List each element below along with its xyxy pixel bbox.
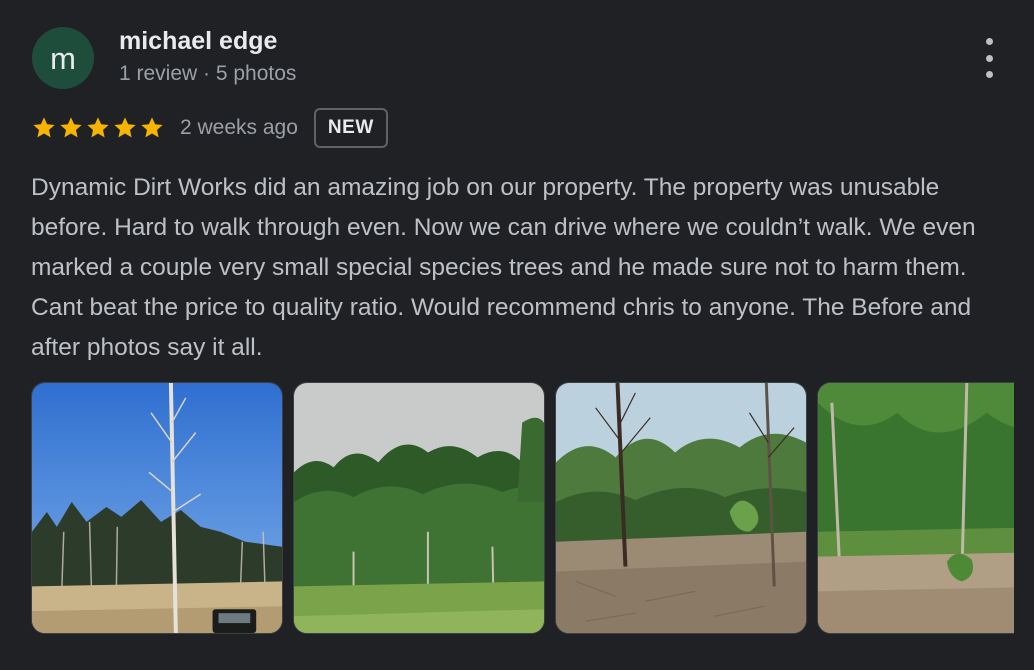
author-name[interactable]: michael edge	[119, 27, 277, 56]
review-photo[interactable]	[555, 382, 807, 634]
review-text: Dynamic Dirt Works did an amazing job on…	[31, 174, 976, 361]
star-icon	[87, 117, 109, 138]
more-options-icon[interactable]	[974, 38, 1004, 78]
photo-strip	[31, 382, 1014, 636]
review-photo[interactable]	[817, 382, 1014, 634]
star-rating	[31, 115, 165, 141]
menu-dot	[985, 38, 993, 45]
avatar-initial: m	[50, 40, 76, 76]
review-time: 2 weeks ago	[180, 116, 298, 139]
star-icon	[141, 117, 163, 138]
star-icon	[114, 117, 136, 138]
rating-row: 2 weeks ago NEW	[31, 106, 388, 150]
star-icon	[60, 117, 82, 138]
review-photo[interactable]	[31, 382, 283, 634]
avatar[interactable]: m	[32, 27, 94, 89]
menu-dot	[985, 71, 993, 78]
menu-dot	[985, 54, 993, 62]
new-badge: NEW	[313, 108, 388, 148]
star-icon	[33, 117, 55, 138]
review-photo[interactable]	[293, 382, 545, 634]
author-meta: 1 review · 5 photos	[119, 62, 297, 85]
